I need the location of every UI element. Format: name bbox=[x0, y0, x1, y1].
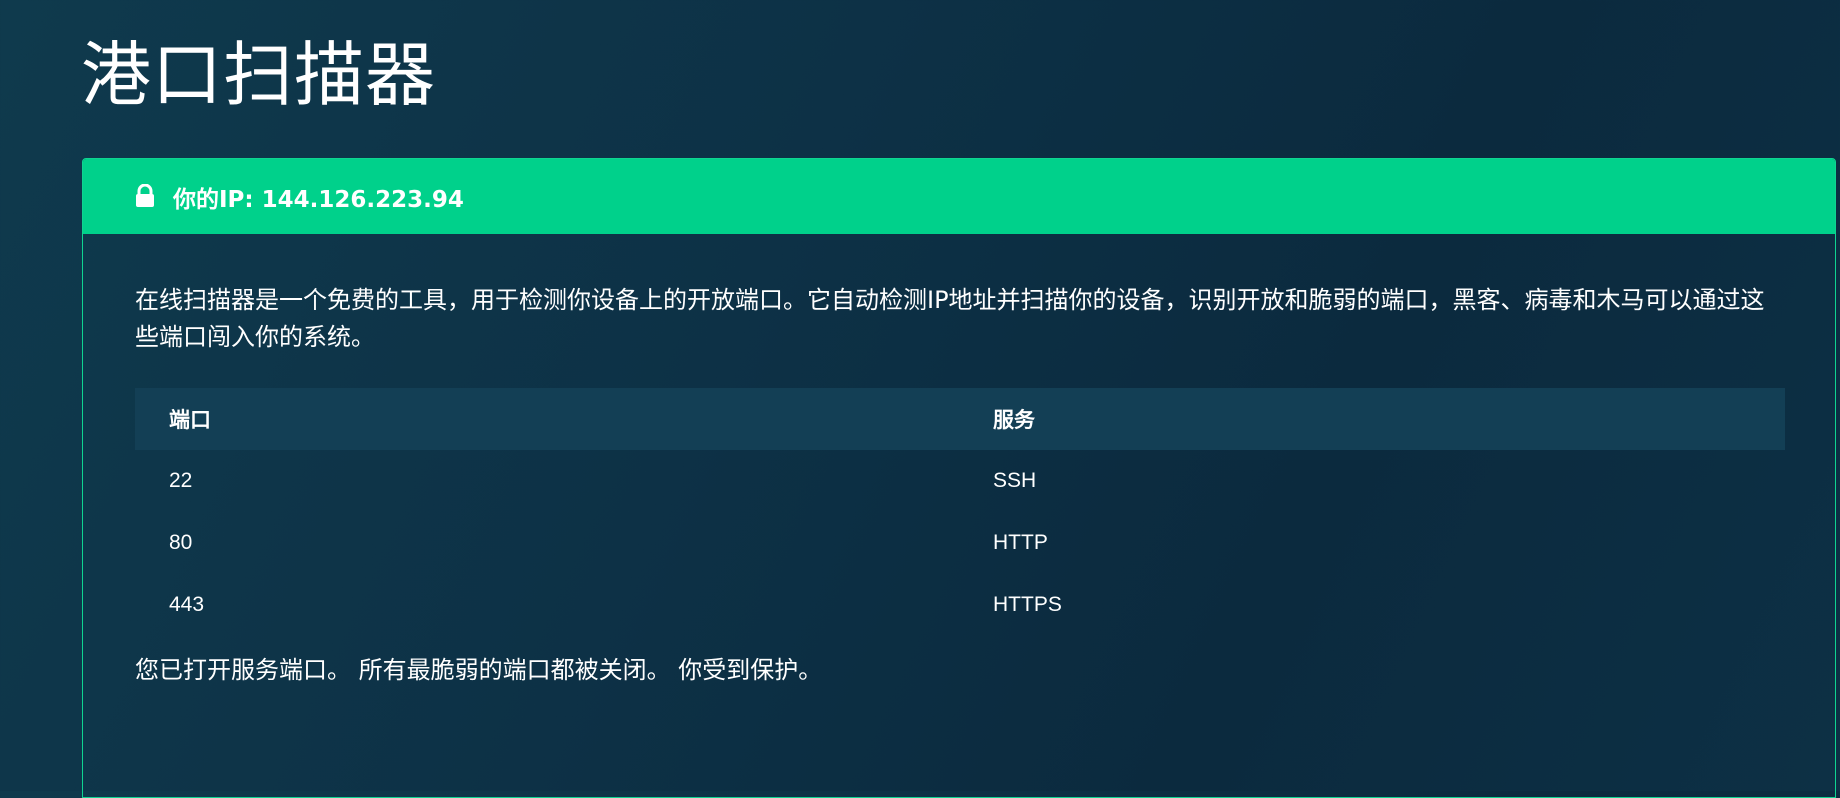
port-table: 端口 服务 22 SSH 80 HTTP 443 HTTPS bbox=[135, 388, 1785, 636]
description-text: 在线扫描器是一个免费的工具，用于检测你设备上的开放端口。它自动检测IP地址并扫描… bbox=[135, 286, 1765, 351]
service-cell: HTTP bbox=[993, 531, 1048, 554]
lock-icon bbox=[135, 183, 155, 208]
ip-address-text: 你的IP: 144.126.223.94 bbox=[173, 186, 464, 213]
scan-result-card: 你的IP: 144.126.223.94 在线扫描器是一个免费的工具，用于检测你… bbox=[82, 158, 1836, 798]
port-cell: 443 bbox=[169, 593, 205, 616]
table-row: 80 HTTP bbox=[135, 512, 1785, 574]
page-title: 港口扫描器 bbox=[81, 34, 436, 116]
table-row: 22 SSH bbox=[135, 450, 1785, 512]
table-header-row: 端口 服务 bbox=[135, 388, 1785, 450]
column-header-port: 端口 bbox=[169, 408, 211, 432]
column-header-service: 服务 bbox=[993, 408, 1035, 432]
port-cell: 22 bbox=[169, 469, 193, 492]
service-cell: SSH bbox=[993, 469, 1037, 492]
card-body: 在线扫描器是一个免费的工具，用于检测你设备上的开放端口。它自动检测IP地址并扫描… bbox=[83, 234, 1835, 689]
port-cell: 80 bbox=[169, 531, 193, 554]
ip-banner: 你的IP: 144.126.223.94 bbox=[83, 159, 1835, 234]
table-row: 443 HTTPS bbox=[135, 574, 1785, 636]
service-cell: HTTPS bbox=[993, 593, 1062, 616]
protection-status-text: 您已打开服务端口。 所有最脆弱的端口都被关闭。 你受到保护。 bbox=[135, 656, 823, 684]
